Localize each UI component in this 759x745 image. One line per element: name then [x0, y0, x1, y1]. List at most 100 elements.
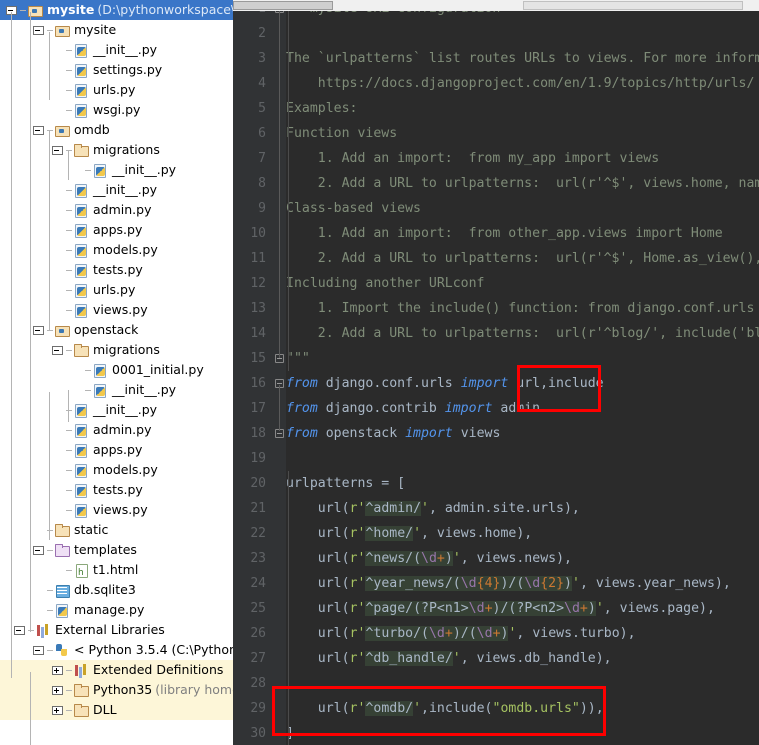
- tree-item-tests-py[interactable]: tests.py: [0, 480, 233, 500]
- collapse-toggle-icon[interactable]: [33, 125, 44, 135]
- line-number: 6: [258, 126, 266, 141]
- tree-item-external-libraries[interactable]: External Libraries: [0, 620, 233, 640]
- tree-connector: [66, 469, 72, 471]
- code-fold-region-line: [279, 10, 280, 358]
- tree-item-init-py[interactable]: __init__.py: [0, 160, 233, 180]
- folder-icon: [54, 522, 70, 538]
- collapse-toggle-icon[interactable]: [14, 625, 25, 635]
- tree-connector: [85, 169, 91, 171]
- code-line[interactable]: 1. Add an import: from my_app import vie…: [286, 146, 659, 171]
- code-line[interactable]: 2. Add a URL to urlpatterns: url(r'^$', …: [286, 246, 759, 271]
- tree-item-path: (D:\pythonworkspace\my: [97, 2, 233, 17]
- tree-item-dll[interactable]: DLL: [0, 700, 233, 720]
- code-line[interactable]: url(r'^admin/', admin.site.urls),: [286, 496, 580, 521]
- tree-item-extended-definitions[interactable]: Extended Definitions: [0, 660, 233, 680]
- code-line[interactable]: Examples:: [286, 96, 357, 121]
- project-tree-root-item[interactable]: mysite (D:\pythonworkspace\my: [0, 0, 233, 20]
- expand-toggle-icon[interactable]: [52, 685, 63, 695]
- collapse-toggle-icon[interactable]: [52, 145, 63, 155]
- code-editor-panel[interactable]: 1234567891011121314151617181920212223242…: [233, 0, 759, 745]
- tree-item-init-py[interactable]: __init__.py: [0, 40, 233, 60]
- tree-item-openstack[interactable]: openstack: [0, 320, 233, 340]
- expand-toggle-icon[interactable]: [52, 665, 63, 675]
- tree-item-init-py[interactable]: __init__.py: [0, 400, 233, 420]
- scrollbar-thumb[interactable]: [233, 1, 333, 10]
- tree-item-label: tests.py: [93, 482, 143, 497]
- code-line[interactable]: 1. Import the include() function: from d…: [286, 296, 755, 321]
- code-line[interactable]: url(r'^home/', views.home),: [286, 521, 532, 546]
- code-line[interactable]: Including another URLconf: [286, 271, 485, 296]
- code-content[interactable]: """mysite URL ConfigurationThe `urlpatte…: [286, 0, 759, 745]
- tree-item-views-py[interactable]: views.py: [0, 300, 233, 320]
- code-line[interactable]: from django.conf.urls import url,include: [286, 371, 604, 396]
- code-line[interactable]: Class-based views: [286, 196, 421, 221]
- indent-guide: [288, 0, 289, 371]
- code-folding-gutter[interactable]: [273, 0, 286, 745]
- tree-item-db-sqlite3[interactable]: db.sqlite3: [0, 580, 233, 600]
- tree-item-init-py[interactable]: __init__.py: [0, 180, 233, 200]
- python-file-icon: [73, 262, 89, 278]
- scrollbar-thumb-secondary[interactable]: [523, 1, 743, 10]
- code-line[interactable]: https://docs.djangoproject.com/en/1.9/to…: [286, 71, 755, 96]
- horizontal-scrollbar[interactable]: [233, 0, 759, 11]
- tree-item-urls-py[interactable]: urls.py: [0, 280, 233, 300]
- code-line[interactable]: url(r'^page/(?P<n1>\d+)/(?P<n2>\d+)', vi…: [286, 596, 715, 621]
- code-line[interactable]: url(r'^year_news/(\d{4})/(\d{2})', views…: [286, 571, 731, 596]
- tree-item-migrations[interactable]: migrations: [0, 340, 233, 360]
- tree-item-admin-py[interactable]: admin.py: [0, 200, 233, 220]
- code-line[interactable]: The `urlpatterns` list routes URLs to vi…: [286, 46, 759, 71]
- code-line[interactable]: 1. Add an import: from other_app.views i…: [286, 221, 723, 246]
- project-tree-list[interactable]: mysite (D:\pythonworkspace\mymysite__ini…: [0, 0, 233, 745]
- expand-toggle-icon[interactable]: [52, 705, 63, 715]
- tree-item-urls-py[interactable]: urls.py: [0, 80, 233, 100]
- collapse-toggle-icon[interactable]: [33, 545, 44, 555]
- tree-item-label: External Libraries: [55, 622, 165, 637]
- tree-item-manage-py[interactable]: manage.py: [0, 600, 233, 620]
- code-line[interactable]: url(r'^omdb/',include("omdb.urls")),: [286, 696, 604, 721]
- tree-item-views-py[interactable]: views.py: [0, 500, 233, 520]
- tree-item-models-py[interactable]: models.py: [0, 240, 233, 260]
- code-line[interactable]: url(r'^news/(\d+)', views.news),: [286, 546, 572, 571]
- tree-connector-line: [49, 392, 50, 540]
- tree-item-wsgi-py[interactable]: wsgi.py: [0, 100, 233, 120]
- code-line[interactable]: from django.contrib import admin: [286, 396, 540, 421]
- collapse-toggle-icon[interactable]: [33, 645, 44, 655]
- project-tree-panel[interactable]: mysite (D:\pythonworkspace\mymysite__ini…: [0, 0, 233, 745]
- tree-item-python-3-5-4-c-python35[interactable]: < Python 3.5.4 (C:\Python35\: [0, 640, 233, 660]
- code-line[interactable]: """: [286, 346, 310, 371]
- tree-item-python35[interactable]: Python35 (library home): [0, 680, 233, 700]
- tree-item-migrations[interactable]: migrations: [0, 140, 233, 160]
- code-line[interactable]: 2. Add a URL to urlpatterns: url(r'^$', …: [286, 171, 759, 196]
- tree-item-t1-html[interactable]: t1.html: [0, 560, 233, 580]
- code-line[interactable]: 2. Add a URL to urlpatterns: url(r'^blog…: [286, 321, 759, 346]
- collapse-toggle-icon[interactable]: [33, 325, 44, 335]
- code-line[interactable]: Function views: [286, 121, 397, 146]
- code-line[interactable]: urlpatterns = [: [286, 471, 405, 496]
- line-number: 4: [258, 76, 266, 91]
- tree-item-label: __init__.py: [112, 162, 177, 177]
- tree-item-static[interactable]: static: [0, 520, 233, 540]
- tree-item-admin-py[interactable]: admin.py: [0, 420, 233, 440]
- tree-item-apps-py[interactable]: apps.py: [0, 440, 233, 460]
- code-line[interactable]: from openstack import views: [286, 421, 500, 446]
- tree-item-mysite[interactable]: mysite: [0, 20, 233, 40]
- tree-item-apps-py[interactable]: apps.py: [0, 220, 233, 240]
- collapse-toggle-icon[interactable]: [52, 345, 63, 355]
- tree-item-omdb[interactable]: omdb: [0, 120, 233, 140]
- code-line[interactable]: url(r'^turbo/(\d+)/(\d+)', views.turbo),: [286, 621, 636, 646]
- tree-item-0001-initial-py[interactable]: 0001_initial.py: [0, 360, 233, 380]
- tree-connector: [47, 529, 53, 531]
- tree-item-init-py[interactable]: __init__.py: [0, 380, 233, 400]
- tree-item-models-py[interactable]: models.py: [0, 460, 233, 480]
- tree-item-label: models.py: [93, 242, 158, 257]
- tree-item-settings-py[interactable]: settings.py: [0, 60, 233, 80]
- tree-item-label: mysite: [47, 2, 95, 17]
- code-line[interactable]: url(r'^db_handle/', views.db_handle),: [286, 646, 612, 671]
- tree-item-tests-py[interactable]: tests.py: [0, 260, 233, 280]
- python-file-icon: [73, 222, 89, 238]
- collapse-toggle-icon[interactable]: [33, 25, 44, 35]
- tree-item-templates[interactable]: templates: [0, 540, 233, 560]
